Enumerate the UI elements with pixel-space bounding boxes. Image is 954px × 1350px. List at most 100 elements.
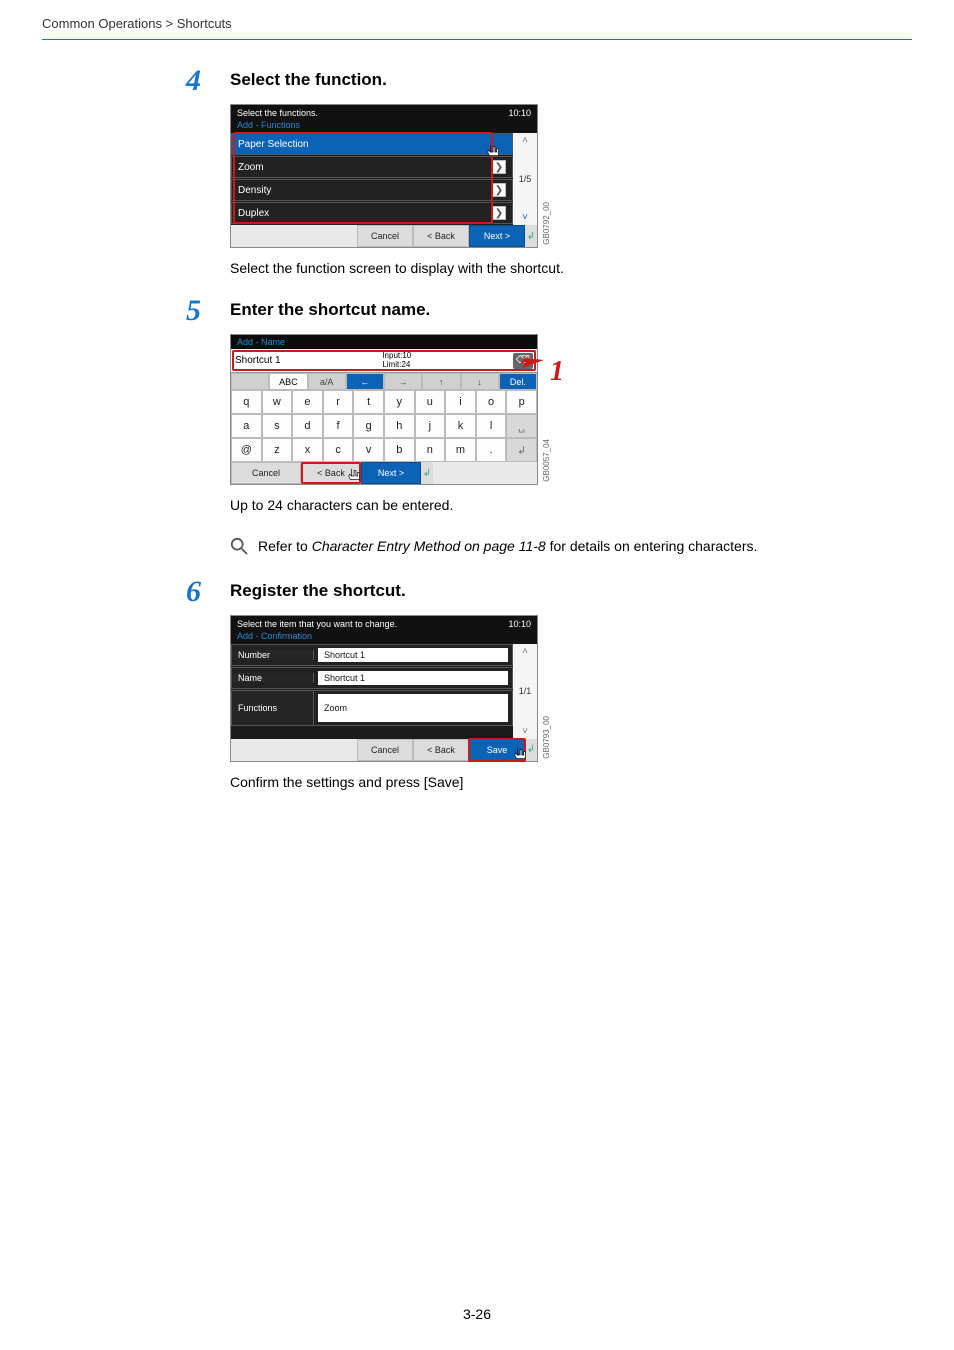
key-e[interactable]: e (292, 390, 323, 414)
key-f[interactable]: f (323, 414, 354, 438)
enter-icon: ↲ (525, 225, 537, 247)
save-label: Save (487, 745, 508, 755)
note-link[interactable]: Character Entry Method on page 11-8 (312, 538, 546, 554)
key-x[interactable]: x (292, 438, 323, 462)
step-6-caption: Confirm the settings and press [Save] (230, 774, 904, 790)
scroll-column: ˄ 1/1 ˅ (513, 644, 537, 739)
input-info-row: Shortcut 1 Input:10 Limit:24 ⌫ (231, 349, 537, 373)
mode-shift[interactable] (231, 373, 269, 390)
step-4-number: 4 (186, 64, 201, 98)
key-enter[interactable]: ↲ (506, 438, 537, 462)
key-period[interactable]: . (476, 438, 507, 462)
keyboard-panel: 1 Add - Name Shortcut 1 Input:10 Limit:2… (230, 334, 538, 485)
panel-footer: Cancel < Back Save ↲ (231, 739, 537, 761)
arrow-up-icon[interactable]: ↑ (422, 373, 460, 390)
key-l[interactable]: l (476, 414, 507, 438)
key-space[interactable]: ␣ (506, 414, 537, 438)
key-g[interactable]: g (353, 414, 384, 438)
shortcut-name-field[interactable]: Shortcut 1 (235, 355, 281, 366)
enter-icon: ↲ (525, 739, 537, 761)
fn-paper-selection[interactable]: Paper Selection (231, 133, 513, 155)
key-b[interactable]: b (384, 438, 415, 462)
key-i[interactable]: i (445, 390, 476, 414)
key-z[interactable]: z (262, 438, 293, 462)
chevron-down-icon[interactable]: ˅ (522, 726, 528, 737)
key-w[interactable]: w (262, 390, 293, 414)
key-o[interactable]: o (476, 390, 507, 414)
enter-icon: ↲ (421, 462, 433, 484)
content-area: 4 Select the function. Select the functi… (230, 40, 904, 790)
function-list: Paper Selection Zoom ❯ Density ❯ Duplex … (231, 133, 513, 225)
key-a[interactable]: a (231, 414, 262, 438)
key-u[interactable]: u (415, 390, 446, 414)
backspace-icon[interactable]: ⌫ (513, 353, 533, 369)
cancel-button[interactable]: Cancel (231, 462, 301, 484)
screen-code: GB0057_04 (542, 439, 551, 482)
limit-count: Limit:24 (382, 361, 411, 370)
key-k[interactable]: k (445, 414, 476, 438)
conf-row-number[interactable]: Number Shortcut 1 (231, 644, 513, 666)
save-button[interactable]: Save (469, 739, 525, 761)
key-v[interactable]: v (353, 438, 384, 462)
key-t[interactable]: t (353, 390, 384, 414)
back-label: < Back (317, 468, 345, 478)
fn-zoom[interactable]: Zoom ❯ (231, 156, 513, 178)
chevron-right-icon: ❯ (492, 183, 506, 197)
key-at[interactable]: @ (231, 438, 262, 462)
back-button[interactable]: < Back (413, 225, 469, 247)
key-grid: q w e r t y u i o p a s d (231, 390, 537, 462)
note-post: for details on entering characters. (546, 538, 758, 554)
delete-button[interactable]: Del. (499, 373, 537, 390)
next-button[interactable]: Next > (361, 462, 421, 484)
arrow-left-icon[interactable]: ← (346, 373, 384, 390)
fn-label: Duplex (238, 208, 269, 219)
key-j[interactable]: j (415, 414, 446, 438)
fn-density[interactable]: Density ❯ (231, 179, 513, 201)
function-select-panel: Select the functions. 10:10 Add - Functi… (230, 104, 538, 248)
mode-case[interactable]: a/A (308, 373, 346, 390)
key-r[interactable]: r (323, 390, 354, 414)
key-m[interactable]: m (445, 438, 476, 462)
conf-row-functions[interactable]: Functions Zoom (231, 690, 513, 726)
char-count: Input:10 Limit:24 (382, 352, 411, 370)
key-p[interactable]: p (506, 390, 537, 414)
mode-abc[interactable]: ABC (269, 373, 307, 390)
next-button[interactable]: Next > (469, 225, 525, 247)
breadcrumb: Common Operations > Shortcuts (0, 0, 954, 39)
panel-subtitle: Add - Functions (231, 119, 537, 133)
key-n[interactable]: n (415, 438, 446, 462)
page-indicator: 1/1 (519, 686, 532, 696)
mode-row: ABC a/A ← → ↑ ↓ Del. (231, 373, 537, 390)
conf-row-name[interactable]: Name Shortcut 1 (231, 667, 513, 689)
back-button[interactable]: < Back (301, 462, 361, 484)
panel-subtitle: Add - Name (231, 335, 537, 349)
cancel-button[interactable]: Cancel (357, 225, 413, 247)
chevron-up-icon[interactable]: ˄ (522, 135, 528, 146)
back-button[interactable]: < Back (413, 739, 469, 761)
key-c[interactable]: c (323, 438, 354, 462)
key-y[interactable]: y (384, 390, 415, 414)
panel-clock: 10:10 (508, 619, 531, 629)
panel-header: Select the item that you want to change.… (231, 616, 537, 630)
chevron-up-icon[interactable]: ˄ (522, 646, 528, 657)
key-d[interactable]: d (292, 414, 323, 438)
fn-duplex[interactable]: Duplex ❯ (231, 202, 513, 224)
confirmation-list: Number Shortcut 1 Name Shortcut 1 Functi… (231, 644, 513, 739)
key-q[interactable]: q (231, 390, 262, 414)
screen-code: GB0793_00 (542, 716, 551, 759)
note-pre: Refer to (258, 538, 312, 554)
step-6-number: 6 (186, 575, 201, 609)
step-6: 6 Register the shortcut. Select the item… (230, 581, 904, 790)
key-s[interactable]: s (262, 414, 293, 438)
conf-value: Zoom (318, 694, 508, 722)
conf-value: Shortcut 1 (318, 648, 508, 662)
panel-header: Select the functions. 10:10 (231, 105, 537, 119)
cancel-button[interactable]: Cancel (357, 739, 413, 761)
step-5-heading: Enter the shortcut name. (230, 300, 904, 320)
chevron-right-icon: ❯ (492, 206, 506, 220)
chevron-down-icon[interactable]: ˅ (522, 212, 528, 223)
fn-label: Paper Selection (238, 139, 309, 150)
arrow-down-icon[interactable]: ↓ (461, 373, 499, 390)
key-h[interactable]: h (384, 414, 415, 438)
arrow-right-icon[interactable]: → (384, 373, 422, 390)
